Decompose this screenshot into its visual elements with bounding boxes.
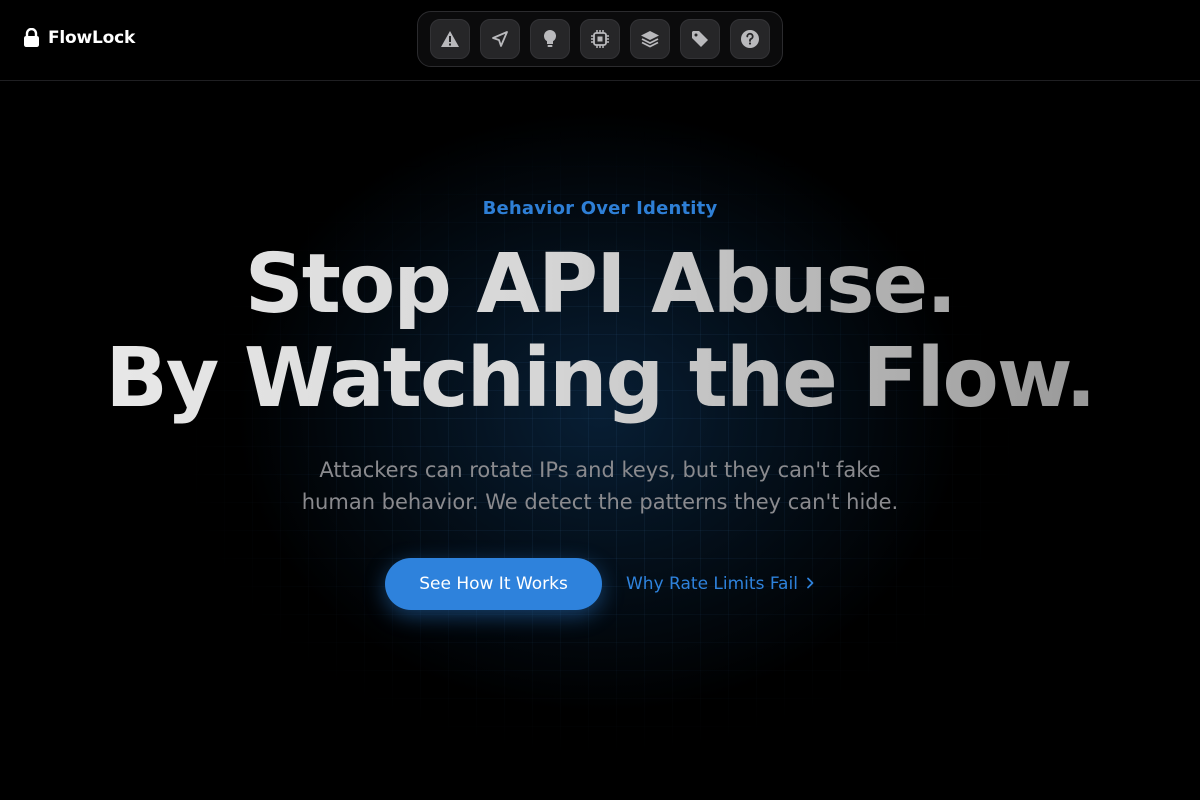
cta-row: See How It Works Why Rate Limits Fail bbox=[385, 558, 814, 610]
processor-button[interactable] bbox=[580, 19, 620, 59]
headline-line-1: Stop API Abuse. bbox=[0, 238, 1200, 332]
send-button[interactable] bbox=[480, 19, 520, 59]
subtitle-line-1: Attackers can rotate IPs and keys, but t… bbox=[319, 458, 881, 482]
layers-button[interactable] bbox=[630, 19, 670, 59]
hero-headline: Stop API Abuse. By Watching the Flow. bbox=[0, 238, 1200, 426]
hero-eyebrow: Behavior Over Identity bbox=[482, 198, 718, 219]
help-icon bbox=[740, 29, 760, 49]
pricing-button[interactable] bbox=[680, 19, 720, 59]
hero-subtitle: Attackers can rotate IPs and keys, but t… bbox=[0, 454, 1200, 518]
background-grid bbox=[0, 82, 1200, 800]
icon-toolbar bbox=[417, 11, 783, 67]
top-navbar: FlowLock bbox=[0, 0, 1200, 81]
warning-icon bbox=[440, 30, 460, 48]
send-icon bbox=[491, 30, 509, 48]
help-button[interactable] bbox=[730, 19, 770, 59]
hero-section: Behavior Over Identity Stop API Abuse. B… bbox=[0, 82, 1200, 800]
see-how-it-works-button[interactable]: See How It Works bbox=[385, 558, 602, 610]
idea-button[interactable] bbox=[530, 19, 570, 59]
subtitle-line-2: human behavior. We detect the patterns t… bbox=[301, 490, 899, 514]
why-rate-limits-fail-link[interactable]: Why Rate Limits Fail bbox=[626, 574, 814, 594]
lightbulb-icon bbox=[542, 29, 558, 49]
chip-icon bbox=[590, 29, 610, 49]
brand-logo[interactable]: FlowLock bbox=[23, 28, 135, 48]
headline-line-2: By Watching the Flow. bbox=[0, 332, 1200, 426]
chevron-right-icon bbox=[806, 574, 814, 594]
layers-icon bbox=[640, 29, 660, 49]
warning-button[interactable] bbox=[430, 19, 470, 59]
lock-icon bbox=[23, 28, 40, 48]
brand-name: FlowLock bbox=[48, 28, 136, 48]
tag-icon bbox=[691, 30, 709, 48]
link-label: Why Rate Limits Fail bbox=[626, 574, 798, 594]
